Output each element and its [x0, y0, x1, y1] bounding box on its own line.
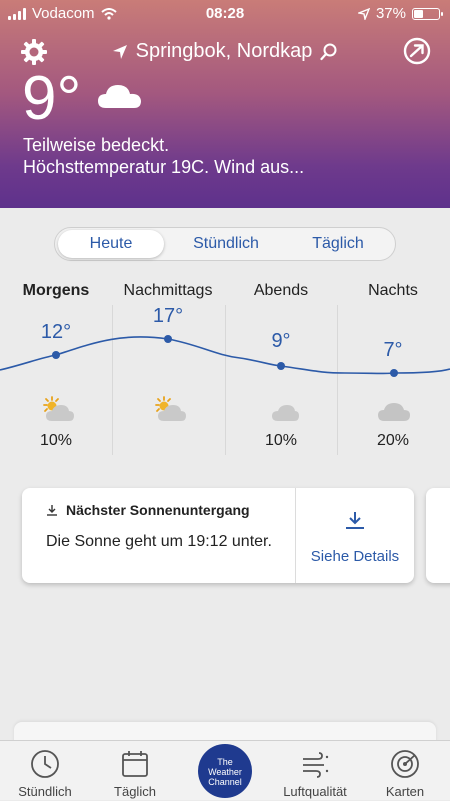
- nav-karten[interactable]: Karten: [360, 741, 450, 801]
- temp-point-abends: [277, 362, 285, 370]
- current-temperature: 9°: [22, 64, 82, 133]
- period-nachts: Nachts: [368, 282, 418, 299]
- period-abends: Abends: [253, 282, 309, 299]
- temp-point-nachts: [390, 369, 398, 377]
- location-arrow-icon: [357, 7, 370, 20]
- tab-stuendlich[interactable]: Stündlich: [173, 230, 279, 258]
- precip-morgens: 10%: [39, 432, 73, 449]
- temp-point-nachmittags: [164, 335, 172, 343]
- wind-icon: [303, 752, 329, 778]
- location-selector[interactable]: Springbok, Nordkap: [0, 40, 450, 63]
- temperature-line: [0, 336, 450, 375]
- partly-sunny-icon: [155, 396, 186, 421]
- clock-icon: [31, 750, 59, 778]
- precip-nachts: 20%: [376, 432, 410, 449]
- tab-heute[interactable]: Heute: [58, 230, 164, 258]
- sunset-icon: [346, 512, 364, 529]
- location-arrow-icon: [112, 44, 127, 59]
- share-icon[interactable]: [402, 36, 432, 66]
- details-link: Siehe Details: [310, 548, 400, 565]
- cloud-icon: [378, 403, 410, 421]
- precip-abends: 10%: [264, 432, 298, 449]
- period-nachmittags: Nachmittags: [123, 282, 213, 299]
- temp-point-morgens: [52, 351, 60, 359]
- nav-stuendlich[interactable]: Stündlich: [0, 741, 90, 801]
- search-icon[interactable]: [320, 43, 338, 61]
- partly-cloudy-night-icon: [269, 399, 299, 421]
- battery-icon: [412, 7, 443, 20]
- sunset-icon: [47, 505, 57, 516]
- next-card-preview[interactable]: [426, 488, 450, 583]
- calendar-icon: [122, 751, 148, 777]
- sunset-card-text: Die Sonne geht um 19:12 unter.: [46, 533, 272, 550]
- weather-description[interactable]: Teilweise bedeckt. Höchsttemperatur 19C.…: [23, 134, 433, 178]
- weather-header: Vodacom 08:28 37% Springbok, Nordkap 9° …: [0, 0, 450, 208]
- radar-icon: [391, 750, 419, 778]
- location-name: Springbok, Nordkap: [135, 40, 313, 62]
- battery-percent: 37%: [375, 5, 406, 22]
- details-button[interactable]: Siehe Details: [296, 488, 414, 583]
- sunset-card-title: Nächster Sonnenuntergang: [46, 502, 250, 518]
- temperature-curve: [0, 335, 450, 377]
- forecast-tabs: Heute Stündlich Täglich: [54, 227, 396, 261]
- nav-taeglich[interactable]: Täglich: [90, 741, 180, 801]
- partly-sunny-icon: [43, 396, 74, 421]
- sunset-card[interactable]: Nächster Sonnenuntergang Die Sonne geht …: [22, 488, 414, 583]
- cloud-icon: [98, 85, 141, 108]
- the-weather-channel-logo[interactable]: The Weather Channel: [198, 744, 252, 798]
- nav-luftqualitaet[interactable]: Luftqualität: [270, 741, 360, 801]
- tab-taeglich[interactable]: Täglich: [285, 230, 391, 258]
- status-bar: Vodacom 08:28 37%: [0, 0, 450, 26]
- period-morgens: Morgens: [22, 282, 90, 299]
